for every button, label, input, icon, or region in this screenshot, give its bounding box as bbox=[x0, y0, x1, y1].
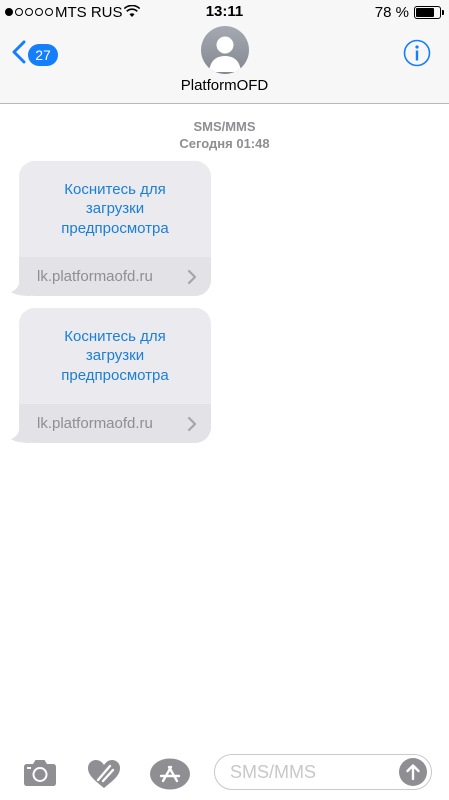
digital-touch-button[interactable] bbox=[86, 758, 122, 795]
info-icon bbox=[403, 39, 431, 67]
back-button[interactable]: 27 bbox=[12, 40, 58, 69]
info-button[interactable] bbox=[403, 39, 431, 72]
link-url: lk.platformaofd.ru bbox=[37, 268, 153, 285]
app-store-icon bbox=[150, 758, 190, 790]
message-type-label: SMS/MMS bbox=[193, 119, 256, 134]
link-preview-footer[interactable]: lk.platformaofd.ru bbox=[19, 257, 211, 296]
camera-button[interactable] bbox=[22, 758, 58, 793]
app-store-button[interactable] bbox=[150, 758, 190, 795]
link-preview-footer[interactable]: lk.platformaofd.ru bbox=[19, 404, 211, 443]
compose-toolbar bbox=[0, 748, 449, 800]
link-preview-placeholder[interactable]: Коснитесь для загрузки предпросмотра bbox=[19, 161, 211, 257]
bubble-tail bbox=[11, 276, 31, 296]
message-bubble[interactable]: Коснитесь для загрузки предпросмотра lk.… bbox=[11, 308, 211, 443]
chevron-left-icon bbox=[12, 40, 26, 69]
message-timestamp: Сегодня 01:48 bbox=[179, 136, 270, 151]
conversation-header: 27 PlatformOFD bbox=[0, 26, 449, 104]
link-preview-placeholder[interactable]: Коснитесь для загрузки предпросмотра bbox=[19, 308, 211, 404]
camera-icon bbox=[24, 760, 56, 786]
person-silhouette-icon bbox=[209, 36, 241, 72]
chevron-right-icon bbox=[187, 416, 197, 436]
battery-percentage: 78 % bbox=[374, 4, 409, 21]
status-bar: MTS RUS 13:11 78 % bbox=[0, 0, 449, 26]
send-button[interactable] bbox=[399, 758, 427, 786]
chevron-right-icon bbox=[187, 269, 197, 289]
message-input[interactable] bbox=[230, 762, 390, 783]
digital-touch-icon bbox=[88, 760, 120, 788]
unread-count-badge: 27 bbox=[28, 43, 58, 66]
contact-name[interactable]: PlatformOFD bbox=[0, 77, 449, 94]
link-url: lk.platformaofd.ru bbox=[37, 415, 153, 432]
bubble-tail bbox=[11, 423, 31, 443]
battery-icon bbox=[414, 6, 444, 19]
contact-avatar[interactable] bbox=[201, 26, 249, 74]
message-input-container bbox=[214, 754, 432, 790]
message-bubble[interactable]: Коснитесь для загрузки предпросмотра lk.… bbox=[11, 161, 211, 296]
send-arrow-icon bbox=[406, 764, 420, 781]
